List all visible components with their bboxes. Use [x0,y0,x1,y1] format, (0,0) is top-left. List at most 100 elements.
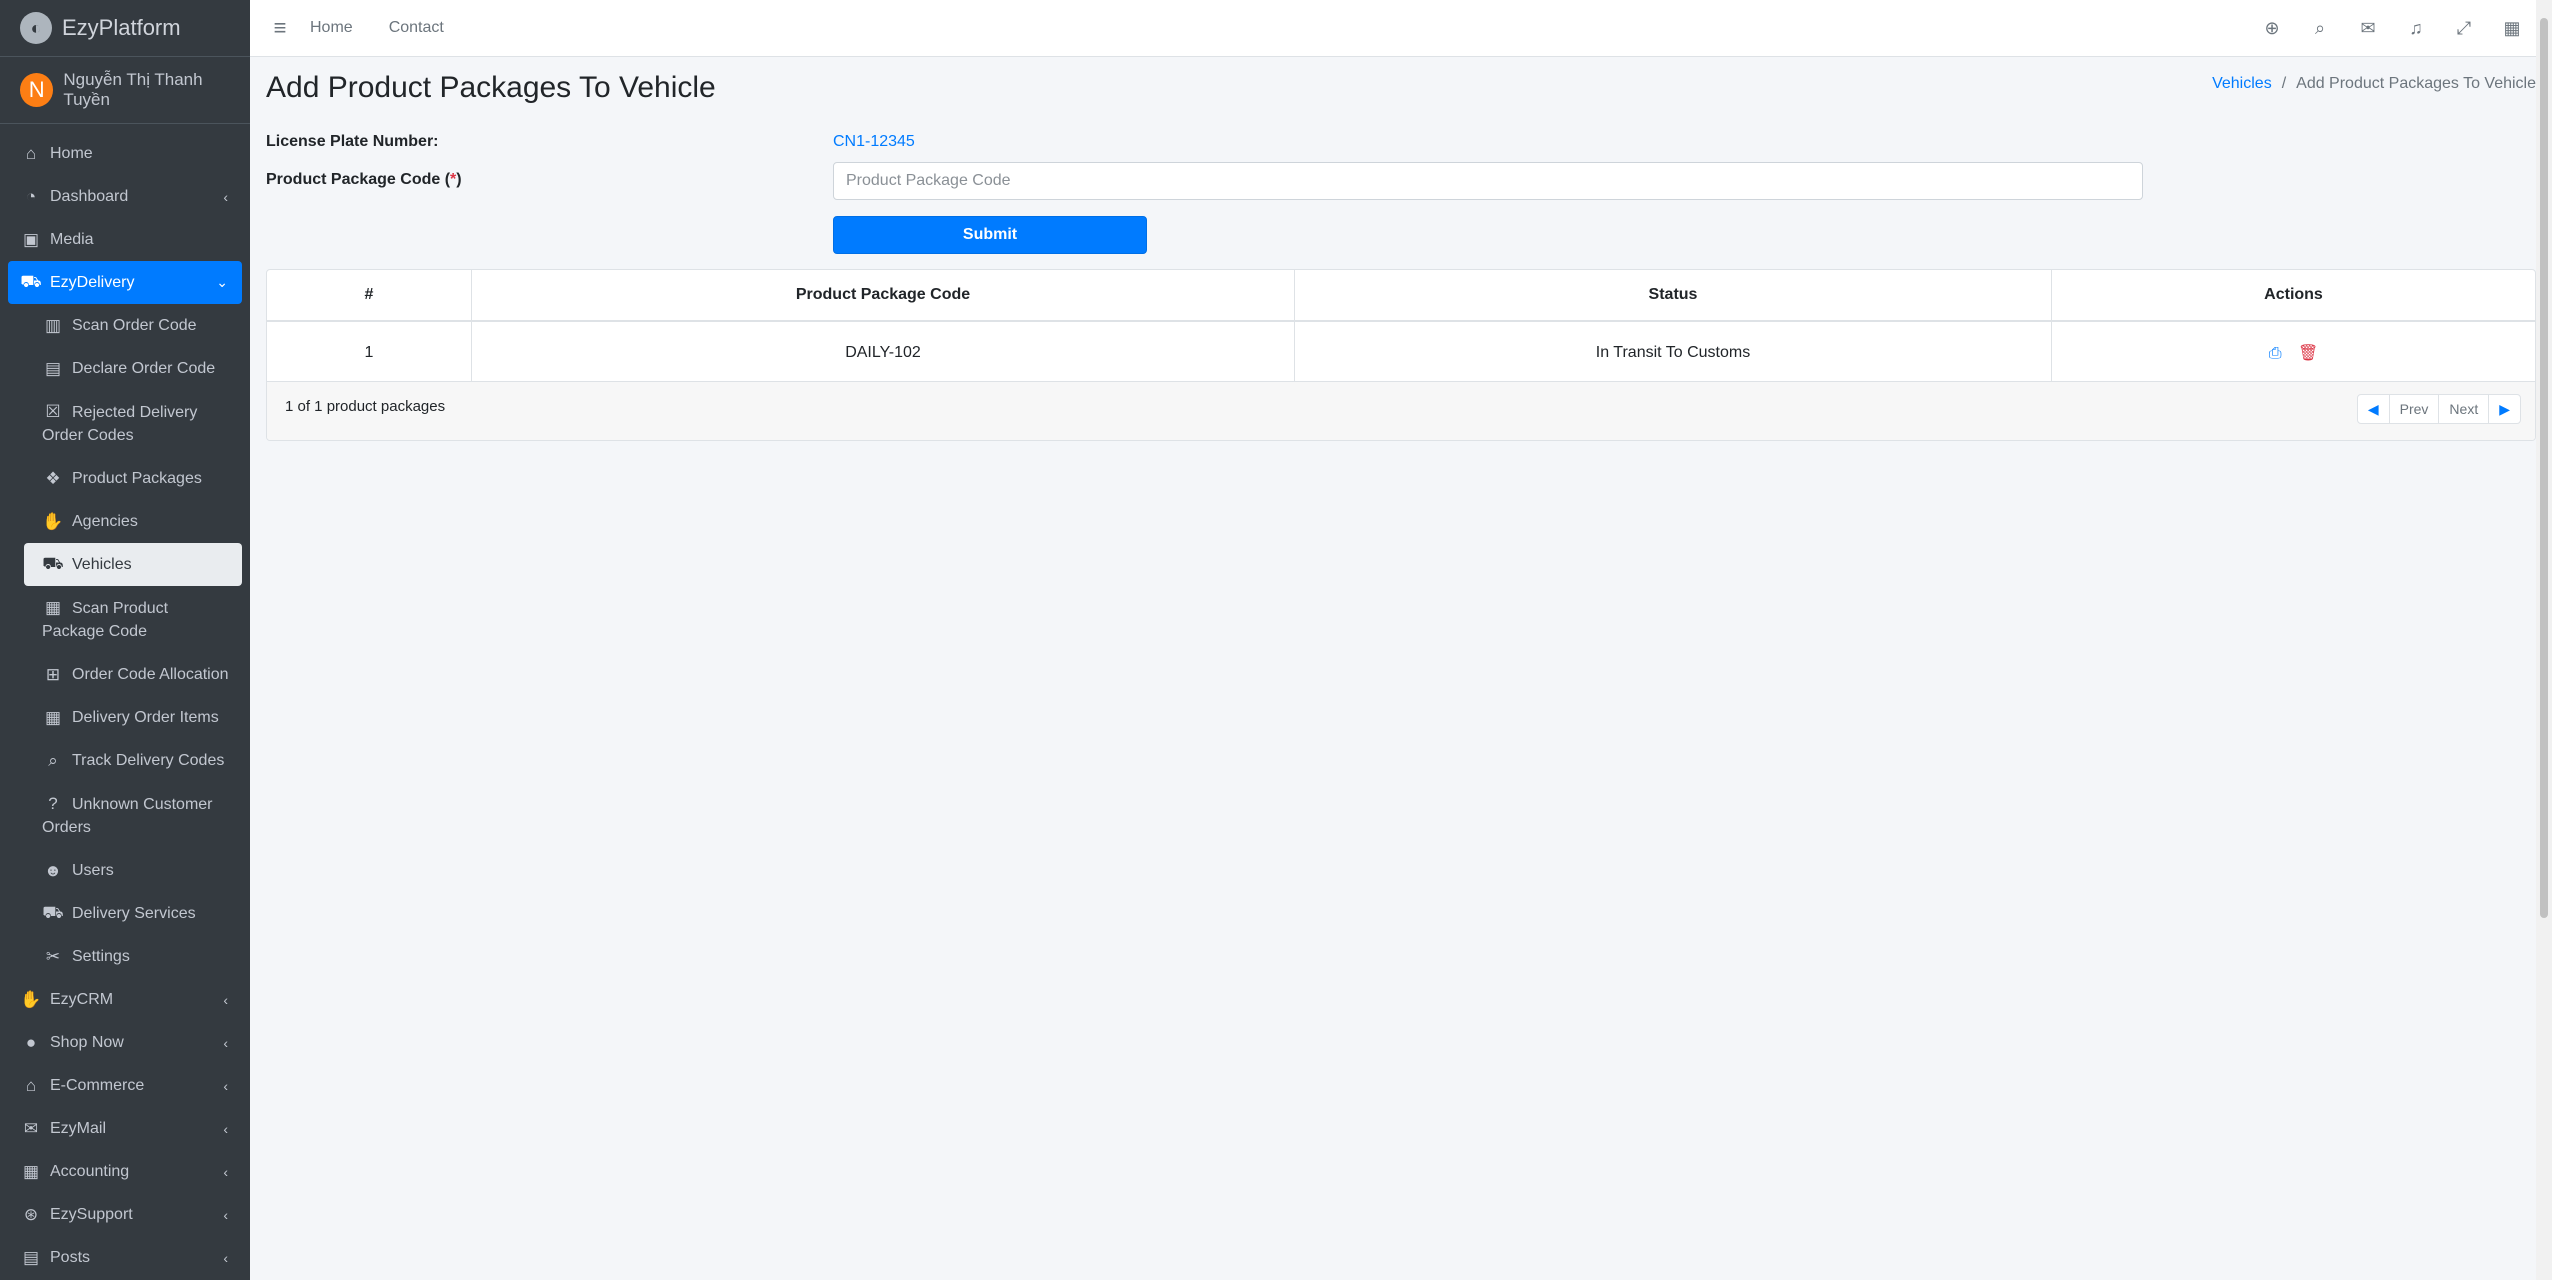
truck-icon: ⛟ [20,271,42,291]
sidebar-item-users[interactable]: ☻ Users [24,849,242,892]
topbar-actions: ⊕ ⌕ ✉ ♫ ⤢ ▦ [2248,18,2536,39]
product-package-code-input[interactable] [833,162,2143,200]
sidebar-item-delivery-services[interactable]: ⛟ Delivery Services [24,892,242,935]
user-name: Nguyễn Thị Thanh Tuyền [63,70,203,109]
circle-icon: ● [25,1032,37,1052]
sidebar-item-product-packages[interactable]: ❖ Product Packages [24,457,242,500]
brand[interactable]: ◐ EzyPlatform [0,0,250,57]
table-header-row: # Product Package Code Status Actions [267,270,2535,322]
sidebar-item-home[interactable]: ⌂ Home [8,132,242,175]
sidebar-item-accounting[interactable]: ▦ Accounting ‹ [8,1150,242,1193]
chevron-left-icon: ‹ [223,188,228,205]
grid-icon: ▦ [44,707,62,727]
breadcrumb: Vehicles / Add Product Packages To Vehicle [2212,75,2536,93]
sidebar-item-label: Delivery Order Items [72,708,219,726]
hamburger-menu-icon[interactable]: ≡ [250,15,310,41]
column-header-status: Status [1294,270,2052,322]
next-button[interactable]: Next [2439,395,2490,423]
print-icon[interactable]: ⎙ [2269,345,2282,362]
chevron-left-icon: ‹ [223,1120,228,1137]
globe-icon[interactable]: ⊕ [2248,18,2296,39]
records-summary: 1 of 1 product packages [285,398,446,415]
sidebar-item-ezycrm[interactable]: ✋ EzyCRM ‹ [8,978,242,1021]
sidebar-item-label: EzyMail [50,1119,107,1137]
sidebar-item-media[interactable]: ▣ Media [8,218,242,261]
sidebar-item-label: EzyCRM [50,990,114,1008]
sidebar-item-ezymail[interactable]: ✉ EzyMail ‹ [8,1107,242,1150]
sidebar-item-declare-order-code[interactable]: ▤ Declare Order Code [24,347,242,390]
sidebar-item-label: E-Commerce [50,1076,145,1094]
topbar-link-contact[interactable]: Contact [389,19,444,37]
sidebar-item-label: Dashboard [50,187,129,205]
file-icon: ▤ [44,358,62,378]
sidebar-item-label: Settings [72,947,130,965]
sidebar-item-scan-product-package-code[interactable]: ▦ Scan Product Package Code [24,586,242,653]
bell-icon[interactable]: ♫ [2392,18,2440,39]
sidebar-item-unknown-customer-orders[interactable]: ? Unknown Customer Orders [24,782,242,849]
sidebar-item-ezydelivery[interactable]: ⛟ EzyDelivery ⌄ [8,261,242,304]
cell-code: DAILY-102 [471,321,1295,385]
sidebar-item-label: Declare Order Code [72,359,216,377]
scrollbar-thumb[interactable] [2540,18,2548,918]
user-panel[interactable]: N Nguyễn Thị Thanh Tuyền [0,57,250,124]
vertical-scrollbar[interactable] [2536,0,2552,1280]
column-header-actions: Actions [2051,270,2535,322]
sidebar-item-e-commerce[interactable]: ⌂ E-Commerce ‹ [8,1064,242,1107]
brand-name: EzyPlatform [62,15,181,40]
next-arrow-icon[interactable]: ▶ [2489,395,2520,423]
sidebar-item-shop-now[interactable]: ● Shop Now ‹ [8,1021,242,1064]
chevron-left-icon: ‹ [223,991,228,1008]
sidebar-item-delivery-order-items[interactable]: ▦ Delivery Order Items [24,696,242,739]
dashboard-icon: ◔ [25,186,37,206]
image-icon: ▣ [22,229,40,249]
code-label-end: ) [456,171,462,188]
avatar: N [20,73,54,107]
basket-icon: ⌂ [25,1075,37,1095]
sidebar-item-label: Shop Now [50,1033,124,1051]
handshake-icon: ✋ [42,511,64,531]
plate-value[interactable]: CN1-12345 [833,133,915,151]
chevron-left-icon: ‹ [223,1206,228,1223]
cell-actions: ⎙ 🗑 [2051,321,2535,385]
home-icon: ⌂ [25,143,37,163]
sidebar-item-label: Order Code Allocation [72,665,229,683]
chevron-left-icon: ‹ [223,1249,228,1266]
sidebar-item-ezysupport[interactable]: ⊛ EzySupport ‹ [8,1193,242,1236]
sidebar-item-order-code-allocation[interactable]: ⊞ Order Code Allocation [24,653,242,696]
trash-icon[interactable]: 🗑 [2298,345,2318,362]
calculator-icon: ▦ [22,1161,40,1181]
prev-button[interactable]: Prev [2390,395,2440,423]
topbar-link-home[interactable]: Home [310,19,353,37]
sidebar-item-posts[interactable]: ▤ Posts ‹ [8,1236,242,1279]
question-icon: ? [48,794,58,813]
search-icon: ⌕ [48,750,58,770]
barcode-icon: ▥ [44,315,62,335]
cell-index: 1 [267,321,472,385]
sidebar-item-track-delivery-codes[interactable]: ⌕ Track Delivery Codes [24,739,242,782]
apps-icon[interactable]: ▦ [2488,18,2536,39]
sidebar-item-vehicles[interactable]: ⛟ Vehicles [24,543,242,586]
truck-icon: ⛟ [42,902,64,922]
pagination: ◀ Prev Next ▶ [2356,394,2521,424]
users-icon: ☻ [44,860,62,880]
sidebar-item-agencies[interactable]: ✋ Agencies [24,500,242,543]
packages-table-card: # Product Package Code Status Actions 1 … [266,269,2536,441]
sidebar-item-label: Rejected Delivery Order Codes [42,404,198,444]
sidebar-item-rejected-delivery-order-codes[interactable]: ☒ Rejected Delivery Order Codes [24,390,242,457]
breadcrumb-separator: / [2281,75,2287,92]
submit-button[interactable]: Submit [833,216,1147,254]
expand-icon[interactable]: ⤢ [2440,18,2488,39]
breadcrumb-link-vehicles[interactable]: Vehicles [2212,75,2272,92]
sidebar-item-dashboard[interactable]: ◔ Dashboard ‹ [8,175,242,218]
chevron-left-icon: ‹ [223,1034,228,1051]
sidebar-item-label: Accounting [50,1162,130,1180]
comments-icon[interactable]: ✉ [2344,18,2392,39]
prev-arrow-icon[interactable]: ◀ [2358,395,2390,423]
envelope-icon: ✉ [23,1118,39,1138]
column-header-code: Product Package Code [471,270,1295,322]
ezydelivery-submenu: ▥ Scan Order Code ▤ Declare Order Code ☒… [8,304,242,978]
sidebar-item-label: Home [50,144,93,162]
search-icon[interactable]: ⌕ [2296,18,2344,39]
sidebar-item-scan-order-code[interactable]: ▥ Scan Order Code [24,304,242,347]
sidebar-item-settings[interactable]: ✂ Settings [24,935,242,978]
